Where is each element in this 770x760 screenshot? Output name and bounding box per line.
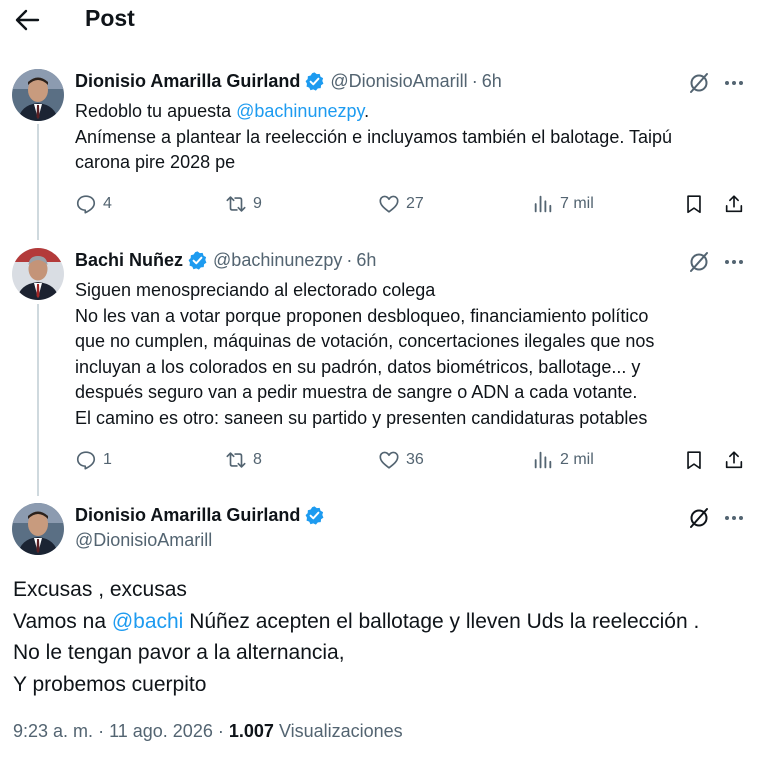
bookmark-icon[interactable] xyxy=(683,193,705,215)
text-line: No les van a votar porque proponen desbl… xyxy=(75,305,649,326)
grok-icon[interactable] xyxy=(687,506,711,530)
text-line: después seguro van a pedir muestra de sa… xyxy=(75,382,638,403)
author-name[interactable]: Dionisio Amarilla Guirland xyxy=(75,505,300,526)
author-handle[interactable]: @DionisioAmarill xyxy=(75,530,330,551)
action-bar: 4 9 27 7 mil xyxy=(75,193,755,219)
grok-icon[interactable] xyxy=(687,250,711,274)
text-line: El camino es otro: saneen su partido y p… xyxy=(75,407,648,428)
like-button[interactable]: 27 xyxy=(378,193,424,215)
main-post-text: Excusas , excusas Vamos na @bachi Núñez … xyxy=(13,574,763,700)
author-handle[interactable]: @DionisioAmarill xyxy=(330,71,467,92)
post-metadata: 9:23 a. m. · 11 ago. 2026 · 1.007 Visual… xyxy=(13,721,403,742)
author-name[interactable]: Bachi Nuñez xyxy=(75,250,183,271)
separator-dot: · xyxy=(217,721,224,741)
post-time[interactable]: 6h xyxy=(356,250,376,271)
views-button[interactable]: 7 mil xyxy=(532,193,594,215)
mention-link[interactable]: @bachi xyxy=(112,610,184,633)
more-options-icon[interactable] xyxy=(722,71,746,95)
analytics-icon xyxy=(534,451,552,469)
repost-count: 8 xyxy=(253,451,262,468)
like-count: 36 xyxy=(406,451,424,468)
like-count: 27 xyxy=(406,195,424,212)
post-time[interactable]: 6h xyxy=(482,71,502,92)
repost-icon xyxy=(226,196,246,212)
mention-link[interactable]: @bachinunezpy xyxy=(236,101,364,121)
arrow-left-icon[interactable] xyxy=(12,6,42,34)
more-options-icon[interactable] xyxy=(722,250,746,274)
tweet-header: Dionisio Amarilla Guirland @DionisioAmar… xyxy=(75,71,502,92)
like-button[interactable]: 36 xyxy=(378,449,424,471)
heart-icon xyxy=(379,451,399,469)
text-line: No le tengan pavor a la alternancia, xyxy=(13,641,345,664)
text-line: carona pire 2028 pe xyxy=(75,152,236,173)
share-icon[interactable] xyxy=(723,193,745,215)
view-count: 2 mil xyxy=(560,451,594,468)
text-fragment: Vamos na xyxy=(13,609,112,633)
separator-dot: · xyxy=(98,721,105,741)
views-button[interactable]: 2 mil xyxy=(532,449,594,471)
text-line: Vamos na @bachi Núñez acepten el ballota… xyxy=(13,606,763,638)
repost-icon xyxy=(226,452,246,468)
post-date[interactable]: 11 ago. 2026 xyxy=(109,721,213,741)
reply-icon xyxy=(76,451,96,470)
view-count: 7 mil xyxy=(560,195,594,212)
verified-badge-icon xyxy=(188,251,207,270)
separator-dot: · xyxy=(471,71,478,91)
more-options-icon[interactable] xyxy=(722,506,746,530)
analytics-icon xyxy=(534,195,552,213)
thread-line xyxy=(37,304,39,496)
avatar[interactable] xyxy=(12,69,64,121)
author-handle[interactable]: @bachinunezpy xyxy=(213,250,342,271)
text-line: incluyan a los colorados en su padrón, d… xyxy=(75,356,641,377)
bookmark-icon[interactable] xyxy=(683,449,705,471)
text-fragment: Núñez acepten el ballotage y lleven Uds … xyxy=(183,609,700,633)
thread-line xyxy=(37,124,39,240)
author-name-row: Dionisio Amarilla Guirland xyxy=(75,505,330,526)
text-line: que no cumplen, máquinas de votación, co… xyxy=(75,331,655,352)
heart-icon xyxy=(379,195,399,213)
views-count: 1.007 xyxy=(228,721,274,741)
text-line: Redoblo tu apuesta @bachinunezpy. xyxy=(75,99,755,125)
text-fragment: . xyxy=(364,101,370,121)
reply-icon xyxy=(76,195,96,214)
text-line: Excusas , excusas xyxy=(13,578,187,601)
tweet-text: Siguen menospreciando al electorado cole… xyxy=(75,278,755,432)
text-line: Y probemos cuerpito xyxy=(13,672,207,696)
repost-button[interactable]: 9 xyxy=(225,193,262,215)
verified-badge-icon xyxy=(305,506,324,525)
repost-button[interactable]: 8 xyxy=(225,449,262,471)
tweet-header: Bachi Nuñez @bachinunezpy · 6h xyxy=(75,250,376,271)
reply-count: 1 xyxy=(103,451,112,468)
text-line: Anímense a plantear la reelección e incl… xyxy=(75,126,673,147)
views-label: Visualizaciones xyxy=(278,721,403,741)
main-post-author: Dionisio Amarilla Guirland @DionisioAmar… xyxy=(75,505,330,551)
reply-count: 4 xyxy=(103,195,112,212)
text-line: Siguen menospreciando al electorado cole… xyxy=(75,280,436,300)
repost-count: 9 xyxy=(253,195,262,212)
tweet-text: Redoblo tu apuesta @bachinunezpy. Anímen… xyxy=(75,99,755,176)
grok-icon[interactable] xyxy=(687,71,711,95)
post-timestamp[interactable]: 9:23 a. m. xyxy=(13,721,93,741)
action-bar: 1 8 36 2 mil xyxy=(75,449,755,475)
top-bar: Post xyxy=(0,0,770,40)
reply-button[interactable]: 1 xyxy=(75,449,112,471)
page-title: Post xyxy=(85,5,135,31)
separator-dot: · xyxy=(346,250,353,270)
avatar[interactable] xyxy=(12,248,64,300)
share-icon[interactable] xyxy=(723,449,745,471)
avatar[interactable] xyxy=(12,503,64,555)
verified-badge-icon xyxy=(305,72,324,91)
reply-button[interactable]: 4 xyxy=(75,193,112,215)
text-fragment: Redoblo tu apuesta xyxy=(75,101,237,121)
author-name[interactable]: Dionisio Amarilla Guirland xyxy=(75,71,300,92)
